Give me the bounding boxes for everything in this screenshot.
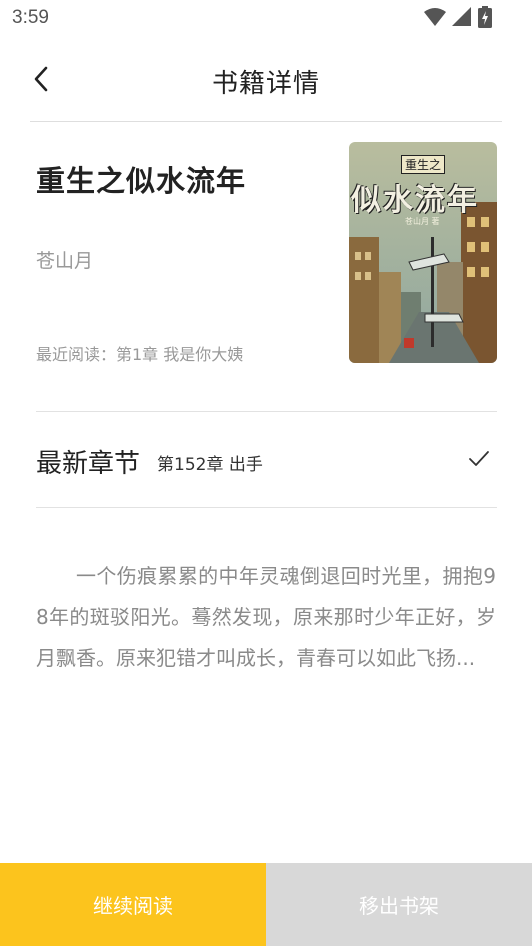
header: 书籍详情 [0, 46, 532, 112]
latest-chapter-title[interactable]: 第152章 出手 [157, 450, 263, 475]
battery-charging-icon [478, 6, 492, 28]
status-bar: 3:59 [0, 0, 532, 36]
status-icons [424, 6, 492, 28]
continue-reading-button[interactable]: 继续阅读 [0, 863, 266, 946]
signal-icon [452, 7, 472, 27]
book-cover: 重生之 似水流年 苍山月 著 [349, 142, 497, 363]
latest-chapter-label: 最新章节 [36, 449, 141, 479]
header-divider [30, 121, 502, 122]
book-description: 一个伤痕累累的中年灵魂倒退回时光里，拥抱98年的斑驳阳光。蓦然发现，原来那时少年… [36, 564, 496, 670]
remove-from-shelf-button[interactable]: 移出书架 [266, 863, 532, 946]
check-icon[interactable] [468, 450, 490, 468]
cover-small-title: 重生之 [401, 155, 446, 174]
divider [36, 411, 497, 412]
cover-author: 苍山月 著 [405, 217, 440, 226]
page-title: 书籍详情 [211, 69, 320, 99]
divider [36, 507, 497, 508]
recent-read[interactable]: 最近阅读：第1章 我是你大姨 [36, 341, 243, 365]
cover-big-title: 似水流年 [351, 183, 479, 218]
book-author: 苍山月 [36, 250, 94, 272]
book-title: 重生之似水流年 [36, 164, 247, 198]
status-time: 3:59 [12, 7, 49, 28]
wifi-icon [424, 7, 446, 27]
